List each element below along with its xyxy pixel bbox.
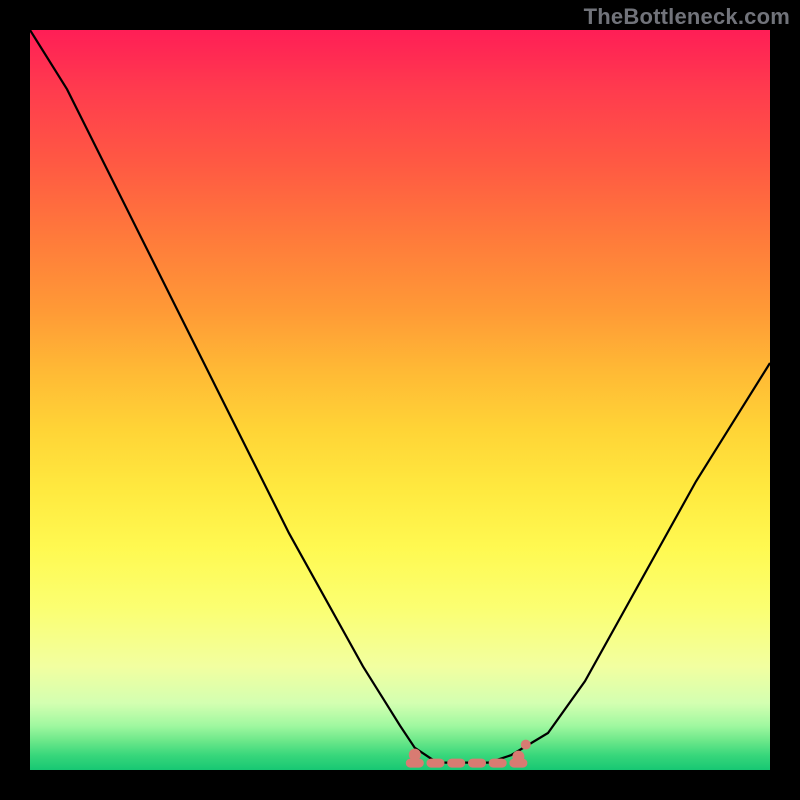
- flat-region-dash: [447, 759, 465, 768]
- chart-plot-area: [30, 30, 770, 770]
- flat-region-dot: [521, 740, 531, 750]
- watermark-text: TheBottleneck.com: [584, 4, 790, 30]
- flat-region-dash: [427, 759, 445, 768]
- flat-region-dash: [468, 759, 486, 768]
- chart-frame: TheBottleneck.com: [0, 0, 800, 800]
- flat-region-dash: [406, 759, 424, 768]
- flat-region-dash: [509, 759, 527, 768]
- chart-curve-layer: [30, 30, 770, 770]
- flat-region-dash: [489, 759, 507, 768]
- bottleneck-curve: [30, 30, 770, 763]
